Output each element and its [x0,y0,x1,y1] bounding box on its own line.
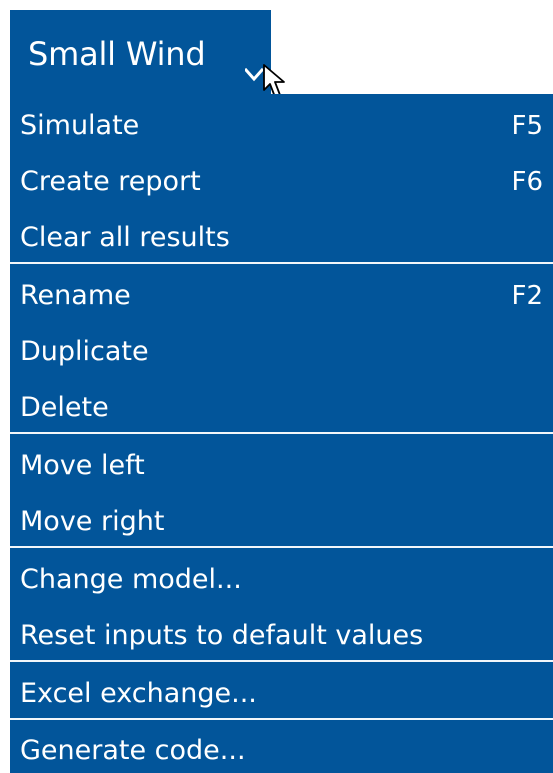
menu-item-shortcut: F2 [511,281,544,311]
menu-item-change-model[interactable]: Change model... [10,552,553,608]
tab-title: Small Wind [28,35,206,73]
menu-item-label: Move left [20,450,145,481]
menu-separator [10,660,553,662]
menu-separator [10,546,553,548]
menu-item-clear-all-results[interactable]: Clear all results [10,210,553,266]
menu-item-label: Create report [20,166,201,197]
menu-item-label: Excel exchange... [20,678,257,709]
menu-item-reset-inputs[interactable]: Reset inputs to default values [10,608,553,664]
menu-separator [10,262,553,264]
menu-item-simulate[interactable]: Simulate F5 [10,98,553,154]
menu-item-label: Duplicate [20,336,149,367]
menu-item-label: Reset inputs to default values [20,620,424,651]
menu-item-excel-exchange[interactable]: Excel exchange... [10,666,553,722]
menu-item-move-right[interactable]: Move right [10,494,553,550]
menu-separator [10,432,553,434]
menu-item-shortcut: F6 [511,167,544,197]
menu-item-label: Generate code... [20,735,246,766]
context-menu: Simulate F5 Create report F6 Clear all r… [10,94,553,773]
menu-separator [10,718,553,720]
menu-item-shortcut: F5 [511,111,544,141]
menu-item-label: Delete [20,392,109,423]
menu-item-generate-code[interactable]: Generate code... [10,723,553,773]
chevron-down-icon[interactable] [245,68,263,82]
menu-item-create-report[interactable]: Create report F6 [10,154,553,210]
menu-item-label: Change model... [20,564,242,595]
menu-item-move-left[interactable]: Move left [10,438,553,494]
menu-item-label: Move right [20,506,165,537]
menu-item-rename[interactable]: Rename F2 [10,268,553,324]
menu-item-delete[interactable]: Delete [10,380,553,436]
menu-item-label: Clear all results [20,222,230,253]
menu-item-label: Simulate [20,110,140,141]
model-tab-header[interactable]: Small Wind [10,10,285,98]
menu-item-label: Rename [20,280,131,311]
menu-item-duplicate[interactable]: Duplicate [10,324,553,380]
